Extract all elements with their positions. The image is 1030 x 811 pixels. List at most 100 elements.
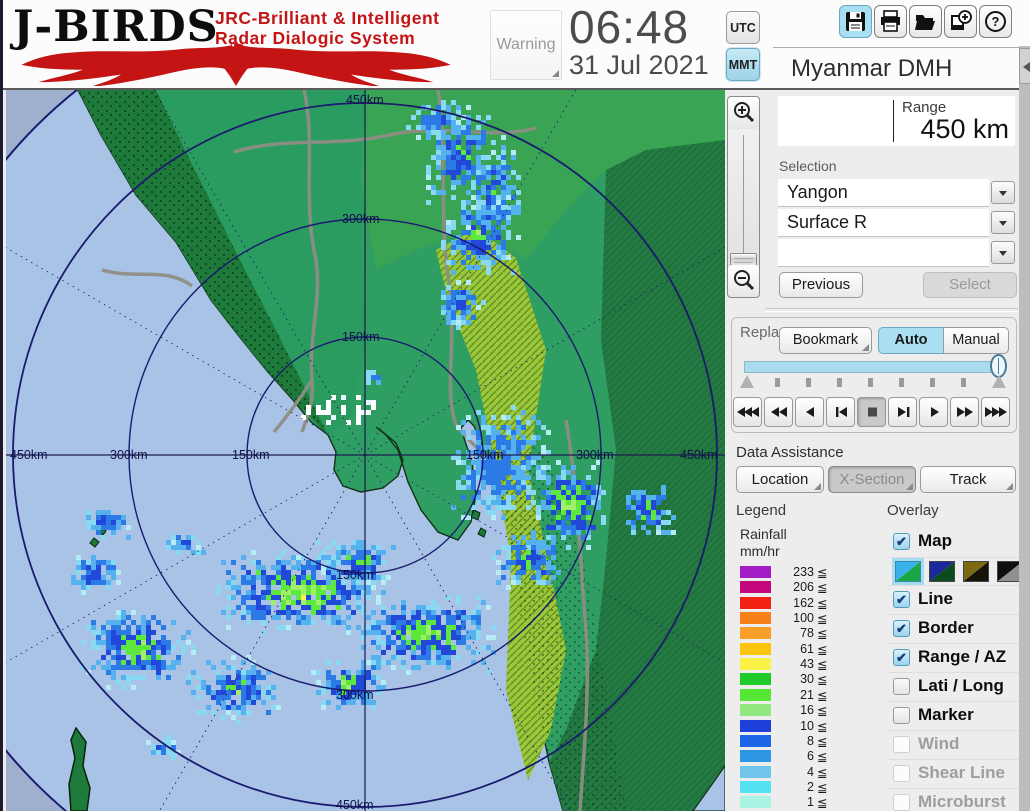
bookmark-button[interactable]: Bookmark (779, 327, 872, 354)
dropdown-arrow-button[interactable] (991, 181, 1015, 204)
add-image-icon (948, 9, 973, 34)
corner-fold-icon (906, 483, 913, 490)
panel-collapse-tab[interactable] (1019, 48, 1030, 84)
slider-start-marker[interactable] (740, 375, 754, 388)
playback-stepfwd-button[interactable] (888, 397, 917, 427)
stop-icon (859, 400, 886, 424)
add-image-button[interactable] (944, 5, 977, 38)
playback-play-button[interactable] (919, 397, 948, 427)
svg-text:150km: 150km (336, 568, 374, 582)
legend-value: 43 (774, 657, 814, 671)
playback-fwd3-button[interactable] (981, 397, 1010, 427)
legend-row: 162≦ (740, 595, 830, 610)
map-style-swatch-2[interactable] (929, 561, 955, 582)
legend-value: 78 (774, 626, 814, 640)
map-checkbox[interactable]: ✔ (893, 533, 910, 550)
dropdown-arrow-button[interactable] (991, 241, 1015, 264)
range-value: 450 km (920, 114, 1009, 145)
overlay-label: Overlay (887, 502, 939, 519)
selection-dropdown-product[interactable]: Surface R (778, 209, 989, 237)
legend-row: 206≦ (740, 579, 830, 594)
track-button[interactable]: Track (920, 466, 1016, 493)
j-birds-window: J-BIRDS JRC-Brilliant & IntelligentRadar… (0, 0, 1030, 811)
playback-rew2-button[interactable] (764, 397, 793, 427)
slider-tick (930, 378, 935, 387)
overlay-item-shear-line: Shear Line (887, 759, 1019, 789)
overlay-item-label: Shear Line (918, 763, 1005, 783)
overlay-item-label: Wind (918, 734, 959, 754)
help-button[interactable]: ? (979, 5, 1012, 38)
corner-fold-icon (862, 344, 869, 351)
selection-dropdown-extra[interactable] (778, 239, 989, 267)
eagle-logo-icon (11, 40, 461, 86)
legend-row: 100≦ (740, 610, 830, 625)
marker-checkbox[interactable] (893, 707, 910, 724)
slider-end-marker[interactable] (992, 375, 1006, 388)
replay-slider-track[interactable] (744, 361, 1002, 373)
border-checkbox[interactable]: ✔ (893, 620, 910, 637)
manual-button[interactable]: Manual (943, 327, 1009, 354)
legend-value: 162 (774, 596, 814, 610)
auto-button[interactable]: Auto (878, 327, 944, 354)
style-swatch-icon (964, 562, 988, 581)
range-az-checkbox[interactable]: ✔ (893, 649, 910, 666)
legend-value: 233 (774, 565, 814, 579)
save-button[interactable] (839, 5, 872, 38)
selection-dropdown-site[interactable]: Yangon (778, 179, 989, 207)
open-folder-button[interactable] (909, 5, 942, 38)
legend-row: 30≦ (740, 671, 830, 686)
legend-title: Rainfall (740, 526, 787, 542)
svg-text:450km: 450km (346, 93, 384, 107)
overlay-item-map: ✔Map (887, 528, 1019, 557)
overlay-item-wind: Wind (887, 730, 1019, 760)
zoom-out-icon (732, 269, 756, 293)
overlay-item-label: Range / AZ (918, 647, 1006, 667)
previous-button[interactable]: Previous (779, 272, 863, 298)
legend-units: mm/hr (740, 543, 780, 559)
overlay-item-label: Line (918, 589, 953, 609)
location-button[interactable]: Location (736, 466, 824, 493)
slider-tick (837, 378, 842, 387)
overlay-item-microburst: Microburst (887, 788, 1019, 811)
legend-operator: ≦ (817, 795, 827, 810)
legend-operator: ≦ (817, 749, 827, 764)
range-box: Range 450 km (778, 96, 1015, 146)
map-style-swatch-1[interactable] (895, 561, 921, 582)
playback-rew3-button[interactable] (733, 397, 762, 427)
zoom-in-button[interactable] (728, 97, 759, 129)
x-section-button[interactable]: X-Section (828, 466, 916, 493)
select-button[interactable]: Select (923, 272, 1017, 298)
legend-swatch (740, 612, 771, 624)
print-icon (878, 9, 903, 34)
warning-button[interactable]: Warning (490, 10, 562, 80)
panel-collapse-strip[interactable] (1019, 46, 1030, 811)
microburst-checkbox (893, 794, 910, 811)
playback-fwd2-button[interactable] (950, 397, 979, 427)
playback-stepback-button[interactable] (826, 397, 855, 427)
overlay-item-line: ✔ Line (887, 585, 1019, 615)
legend-row: 8≦ (740, 733, 830, 748)
print-button[interactable] (874, 5, 907, 38)
legend-operator: ≦ (817, 672, 827, 687)
overlay-item-label: Lati / Long (918, 676, 1004, 696)
bookmark-label: Bookmark (793, 332, 858, 348)
collapse-left-icon (1023, 62, 1030, 72)
playback-stop-button[interactable] (857, 397, 886, 427)
corner-fold-icon (552, 70, 559, 77)
dropdown-arrow-button[interactable] (991, 211, 1015, 234)
zoom-out-button[interactable] (728, 265, 759, 297)
mmt-button[interactable]: MMT (726, 48, 760, 81)
radar-map[interactable]: 450km300km150km450km300km150km150km300km… (6, 90, 725, 811)
map-style-swatch-3[interactable] (963, 561, 989, 582)
button-label: Location (752, 471, 809, 488)
utc-button[interactable]: UTC (726, 11, 760, 44)
legend-row: 1≦ (740, 794, 830, 809)
legend-operator: ≦ (817, 719, 827, 734)
lati-long-checkbox[interactable] (893, 678, 910, 695)
legend-row: 78≦ (740, 625, 830, 640)
svg-text:150km: 150km (466, 448, 504, 462)
line-checkbox[interactable]: ✔ (893, 591, 910, 608)
legend-swatch (740, 735, 771, 747)
zoom-in-icon (732, 101, 756, 125)
playback-rev-button[interactable] (795, 397, 824, 427)
